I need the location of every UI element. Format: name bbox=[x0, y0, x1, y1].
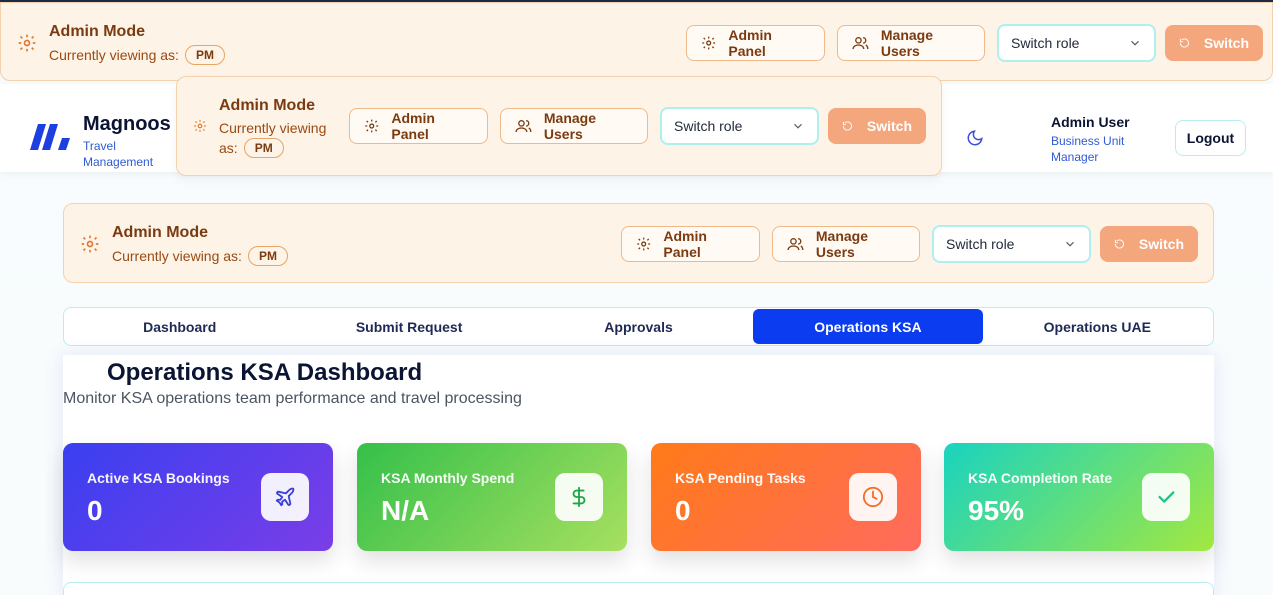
gear-icon bbox=[193, 119, 207, 133]
role-badge: PM bbox=[243, 138, 284, 158]
admin-panel-button[interactable]: Admin Panel bbox=[686, 25, 825, 61]
stat-card-active-bookings: Active KSA Bookings 0 bbox=[63, 443, 333, 551]
switch-role-select[interactable]: Switch role bbox=[660, 107, 819, 145]
switch-button[interactable]: Switch bbox=[1100, 226, 1198, 262]
viewing-as-label-2: as: bbox=[219, 140, 238, 156]
chevron-down-icon bbox=[794, 123, 802, 129]
card-label: KSA Monthly Spend bbox=[381, 470, 515, 486]
manage-users-button[interactable]: Manage Users bbox=[837, 25, 985, 61]
admin-panel-button[interactable]: Admin Panel bbox=[349, 108, 488, 144]
switch-label: Switch bbox=[866, 118, 912, 134]
page-subtitle: Monitor KSA operations team performance … bbox=[63, 390, 522, 407]
card-value: 0 bbox=[675, 495, 691, 526]
stat-card-monthly-spend: KSA Monthly Spend N/A bbox=[357, 443, 627, 551]
admin-mode-title: Admin Mode bbox=[49, 23, 145, 40]
nav-tabs: Dashboard Submit Request Approvals Opera… bbox=[63, 307, 1214, 346]
admin-bar-content: Admin Mode Currently viewing as: PM Admi… bbox=[63, 203, 1214, 283]
role-badge: PM bbox=[184, 45, 225, 65]
switch-label: Switch bbox=[1203, 35, 1249, 51]
viewing-as: Currently viewing as: PM bbox=[49, 45, 225, 65]
manage-users-label: Manage Users bbox=[543, 110, 597, 142]
switch-role-value: Switch role bbox=[674, 118, 743, 134]
admin-mode-title: Admin Mode bbox=[219, 97, 315, 114]
plane-icon bbox=[261, 473, 309, 521]
viewing-as: Currently viewing as: PM bbox=[112, 246, 288, 266]
magnoos-logo bbox=[30, 124, 72, 155]
user-role: Business Unit Manager bbox=[1051, 134, 1125, 164]
switch-role-select[interactable]: Switch role bbox=[997, 24, 1156, 62]
brand-name: Magnoos bbox=[83, 113, 171, 135]
viewing-as-label: Currently viewing as: bbox=[49, 47, 179, 63]
admin-panel-label: Admin Panel bbox=[663, 228, 707, 260]
dollar-icon bbox=[555, 473, 603, 521]
next-section bbox=[63, 582, 1214, 595]
page-title: Operations KSA Dashboard bbox=[107, 359, 423, 386]
admin-mode-title: Admin Mode bbox=[112, 224, 208, 241]
manage-users-label: Manage Users bbox=[815, 228, 869, 260]
card-label: KSA Pending Tasks bbox=[675, 470, 806, 486]
gear-icon bbox=[702, 36, 716, 50]
clock-icon bbox=[849, 473, 897, 521]
tab-operations-ksa[interactable]: Operations KSA bbox=[753, 309, 983, 344]
card-value: 0 bbox=[87, 495, 103, 526]
gear-icon bbox=[637, 237, 651, 251]
rotate-icon bbox=[1114, 239, 1124, 249]
admin-panel-button[interactable]: Admin Panel bbox=[621, 226, 760, 262]
chevron-down-icon bbox=[1066, 241, 1074, 247]
gear-icon bbox=[17, 33, 37, 53]
users-icon bbox=[852, 37, 869, 50]
card-label: KSA Completion Rate bbox=[968, 470, 1113, 486]
users-icon bbox=[515, 120, 532, 133]
admin-panel-label: Admin Panel bbox=[391, 110, 435, 142]
manage-users-label: Manage Users bbox=[880, 27, 934, 59]
manage-users-button[interactable]: Manage Users bbox=[500, 108, 648, 144]
card-value: N/A bbox=[381, 495, 430, 526]
logout-button[interactable]: Logout bbox=[1175, 120, 1246, 156]
switch-role-select[interactable]: Switch role bbox=[932, 225, 1091, 263]
stat-card-pending-tasks: KSA Pending Tasks 0 bbox=[651, 443, 921, 551]
admin-panel-label: Admin Panel bbox=[728, 27, 772, 59]
card-label: Active KSA Bookings bbox=[87, 470, 230, 486]
users-icon bbox=[787, 238, 804, 251]
tab-approvals[interactable]: Approvals bbox=[524, 309, 753, 344]
tab-operations-uae[interactable]: Operations UAE bbox=[983, 309, 1212, 344]
rotate-icon bbox=[842, 121, 852, 131]
card-value: 95% bbox=[968, 495, 1025, 526]
role-badge: PM bbox=[247, 246, 288, 266]
switch-role-value: Switch role bbox=[1011, 35, 1080, 51]
admin-bar-top: Admin Mode Currently viewing as: PM Admi… bbox=[0, 2, 1273, 81]
gear-icon bbox=[365, 119, 379, 133]
chevron-down-icon bbox=[1131, 40, 1139, 46]
admin-bar-overlay: Admin Mode Currently viewing as: PM Admi… bbox=[176, 76, 942, 176]
tab-submit-request[interactable]: Submit Request bbox=[294, 309, 523, 344]
manage-users-button[interactable]: Manage Users bbox=[772, 226, 920, 262]
switch-label: Switch bbox=[1138, 236, 1184, 252]
check-icon bbox=[1142, 473, 1190, 521]
brand-subtitle: Travel Management bbox=[83, 139, 154, 169]
viewing-as-label: Currently viewing bbox=[219, 120, 327, 136]
viewing-as-line-2: as: PM bbox=[219, 138, 339, 158]
switch-button[interactable]: Switch bbox=[1165, 25, 1263, 61]
rotate-icon bbox=[1179, 38, 1189, 48]
switch-role-value: Switch role bbox=[946, 236, 1015, 252]
moon-icon[interactable] bbox=[966, 129, 984, 152]
viewing-as: Currently viewing bbox=[219, 120, 339, 136]
viewing-as-label: Currently viewing as: bbox=[112, 248, 242, 264]
gear-icon bbox=[80, 234, 100, 254]
switch-button[interactable]: Switch bbox=[828, 108, 926, 144]
tab-dashboard[interactable]: Dashboard bbox=[65, 309, 294, 344]
stat-card-completion-rate: KSA Completion Rate 95% bbox=[944, 443, 1214, 551]
user-name: Admin User bbox=[1051, 114, 1130, 130]
